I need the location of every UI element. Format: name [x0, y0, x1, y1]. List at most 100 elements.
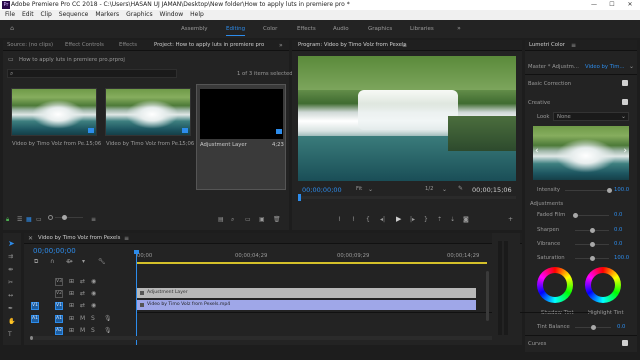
slip-tool-icon[interactable]: ↔ [8, 292, 13, 299]
playhead[interactable] [298, 194, 301, 201]
fit-dropdown[interactable]: Fit [356, 186, 362, 192]
add-button-icon[interactable]: + [508, 216, 513, 223]
adjustments-section[interactable]: Adjustments [530, 201, 563, 207]
voiceover-icon[interactable]: 🎙︎ [104, 327, 112, 334]
automate-icon[interactable]: ▤ [218, 216, 224, 223]
menu-clip[interactable]: Clip [41, 11, 52, 18]
close-icon[interactable]: ✕ [28, 235, 33, 242]
track-lock-icon[interactable]: ⊞ [69, 315, 74, 322]
clip-name[interactable]: Video by Timo Volz from Pe... [12, 141, 89, 147]
intensity-value[interactable]: 100.0 [614, 187, 629, 193]
workspace-color[interactable]: Color [263, 20, 277, 38]
selection-tool-icon[interactable]: ➤ [8, 239, 15, 248]
program-scrub-bar[interactable] [298, 194, 516, 201]
workspace-libraries[interactable]: Libraries [410, 20, 434, 38]
chevron-down-icon[interactable]: ⌄ [442, 186, 447, 193]
menu-sequence[interactable]: Sequence [59, 11, 89, 18]
export-frame-icon[interactable]: ◙ [463, 216, 469, 223]
add-marker-icon[interactable]: ▾ [82, 258, 85, 265]
track-target-button[interactable]: V1 [55, 302, 63, 310]
type-tool-icon[interactable]: T [8, 331, 12, 338]
step-forward-icon[interactable]: |▸ [410, 216, 415, 223]
track-lock-icon[interactable]: ⊞ [69, 290, 74, 297]
project-search-input[interactable]: ⌕ [7, 69, 177, 78]
workspace-assembly[interactable]: Assembly [181, 20, 208, 38]
video-clip[interactable]: Video by Timo Volz from Pexels.mp4 [137, 300, 476, 310]
chevron-right-icon[interactable]: › [623, 146, 627, 156]
clip-thumbnail[interactable] [105, 88, 191, 136]
track-lock-icon[interactable]: ⊞ [69, 302, 74, 309]
scroll-handle[interactable] [30, 336, 33, 340]
tab-sequence[interactable]: Video by Timo Volz from Pexels [38, 233, 120, 244]
track-target-button[interactable]: V3 [55, 278, 63, 286]
adjustment-layer-item[interactable]: Adjustment Layer 4;23 [196, 84, 286, 190]
intensity-slider[interactable] [565, 190, 609, 191]
go-to-out-icon[interactable]: } [424, 216, 428, 223]
panel-menu-icon[interactable]: ≡ [124, 235, 129, 242]
ripple-edit-icon[interactable]: ⇹ [8, 266, 13, 273]
linked-selection-icon[interactable]: ⟴ [66, 258, 73, 265]
look-dropdown[interactable]: None ⌄ [553, 112, 629, 121]
go-to-in-icon[interactable]: { [366, 216, 370, 223]
close-icon[interactable]: ✕ [621, 0, 639, 10]
sort-icon[interactable]: ≡ [91, 216, 96, 223]
settings-wrench-icon[interactable]: ✎ [458, 185, 463, 192]
tint-balance-value[interactable]: 0.0 [617, 324, 625, 330]
zoom-slider-knob[interactable] [62, 215, 67, 220]
tab-source[interactable]: Source: (no clips) [7, 40, 53, 51]
clip-name[interactable]: Video by Timo Volz from Pe... [106, 141, 183, 147]
param-slider-knob[interactable] [590, 242, 595, 247]
param-value[interactable]: 0.0 [614, 227, 622, 233]
creative-checkbox[interactable] [622, 99, 628, 105]
sync-lock-icon[interactable]: ⇄ [80, 302, 85, 309]
param-slider-knob[interactable] [590, 228, 595, 233]
menu-edit[interactable]: Edit [22, 11, 34, 18]
highlight-tint-wheel[interactable] [585, 267, 621, 303]
param-slider[interactable] [575, 215, 609, 216]
icon-view-icon[interactable]: ▦ [26, 216, 32, 223]
home-icon[interactable]: ⌂ [8, 25, 16, 33]
find-icon[interactable]: ⌕ [231, 216, 234, 224]
razor-tool-icon[interactable]: ✂ [8, 279, 13, 286]
minimize-icon[interactable]: — [585, 0, 603, 10]
curves-section[interactable]: Curves [528, 341, 546, 347]
zoom-slider[interactable] [55, 217, 83, 218]
param-slider-knob[interactable] [573, 213, 578, 218]
chevron-down-icon[interactable]: ⌄ [629, 63, 634, 70]
eye-icon[interactable]: ◉ [91, 278, 96, 285]
timeline-settings-icon[interactable]: 🔧︎ [98, 258, 106, 265]
track-target-button[interactable]: A2 [55, 327, 63, 335]
panel-menu-icon[interactable]: ≡ [402, 42, 407, 49]
extract-icon[interactable]: ⇣ [450, 216, 455, 223]
snap-icon[interactable]: ∩ [50, 258, 54, 265]
track-lock-icon[interactable]: ⊞ [69, 327, 74, 334]
hand-tool-icon[interactable]: ✋ [8, 318, 15, 325]
chevron-left-icon[interactable]: ‹ [535, 146, 539, 156]
sync-lock-icon[interactable]: ⇄ [80, 278, 85, 285]
menu-file[interactable]: File [5, 11, 15, 18]
sync-lock-icon[interactable]: ⇄ [80, 290, 85, 297]
zoom-out-icon[interactable] [48, 215, 53, 220]
voiceover-icon[interactable]: 🎙︎ [104, 315, 112, 322]
master-clip-selector[interactable]: Master * Adjustm... [528, 64, 579, 70]
mark-out-icon[interactable]: ⌇ [352, 216, 355, 223]
nest-icon[interactable]: ⧉ [34, 258, 38, 266]
lift-icon[interactable]: ⇡ [437, 216, 442, 223]
panel-menu-icon[interactable]: ≡ [571, 42, 576, 49]
menu-markers[interactable]: Markers [95, 11, 119, 18]
tab-effect-controls[interactable]: Effect Controls [65, 40, 104, 51]
intensity-slider-knob[interactable] [607, 188, 612, 193]
playhead-handle[interactable] [134, 250, 139, 254]
program-timecode[interactable]: 00;00;00;00 [302, 186, 342, 194]
resolution-dropdown[interactable]: 1/2 [425, 186, 434, 192]
timeline-timecode[interactable]: 00;00;00;00 [33, 247, 76, 255]
tint-balance-knob[interactable] [591, 325, 596, 330]
lock-icon[interactable]: 🔒︎ [6, 216, 9, 224]
track-target-button[interactable]: A1 [55, 315, 63, 323]
basic-correction-checkbox[interactable] [622, 80, 628, 86]
track-target-button[interactable]: V2 [55, 290, 63, 298]
tab-effects[interactable]: Effects [119, 40, 137, 51]
list-view-icon[interactable]: ☰ [17, 216, 22, 223]
time-ruler[interactable]: 00;00 00;00;04;29 00;00;09;29 00;00;14;2… [137, 253, 487, 265]
eye-icon[interactable]: ◉ [91, 302, 96, 309]
